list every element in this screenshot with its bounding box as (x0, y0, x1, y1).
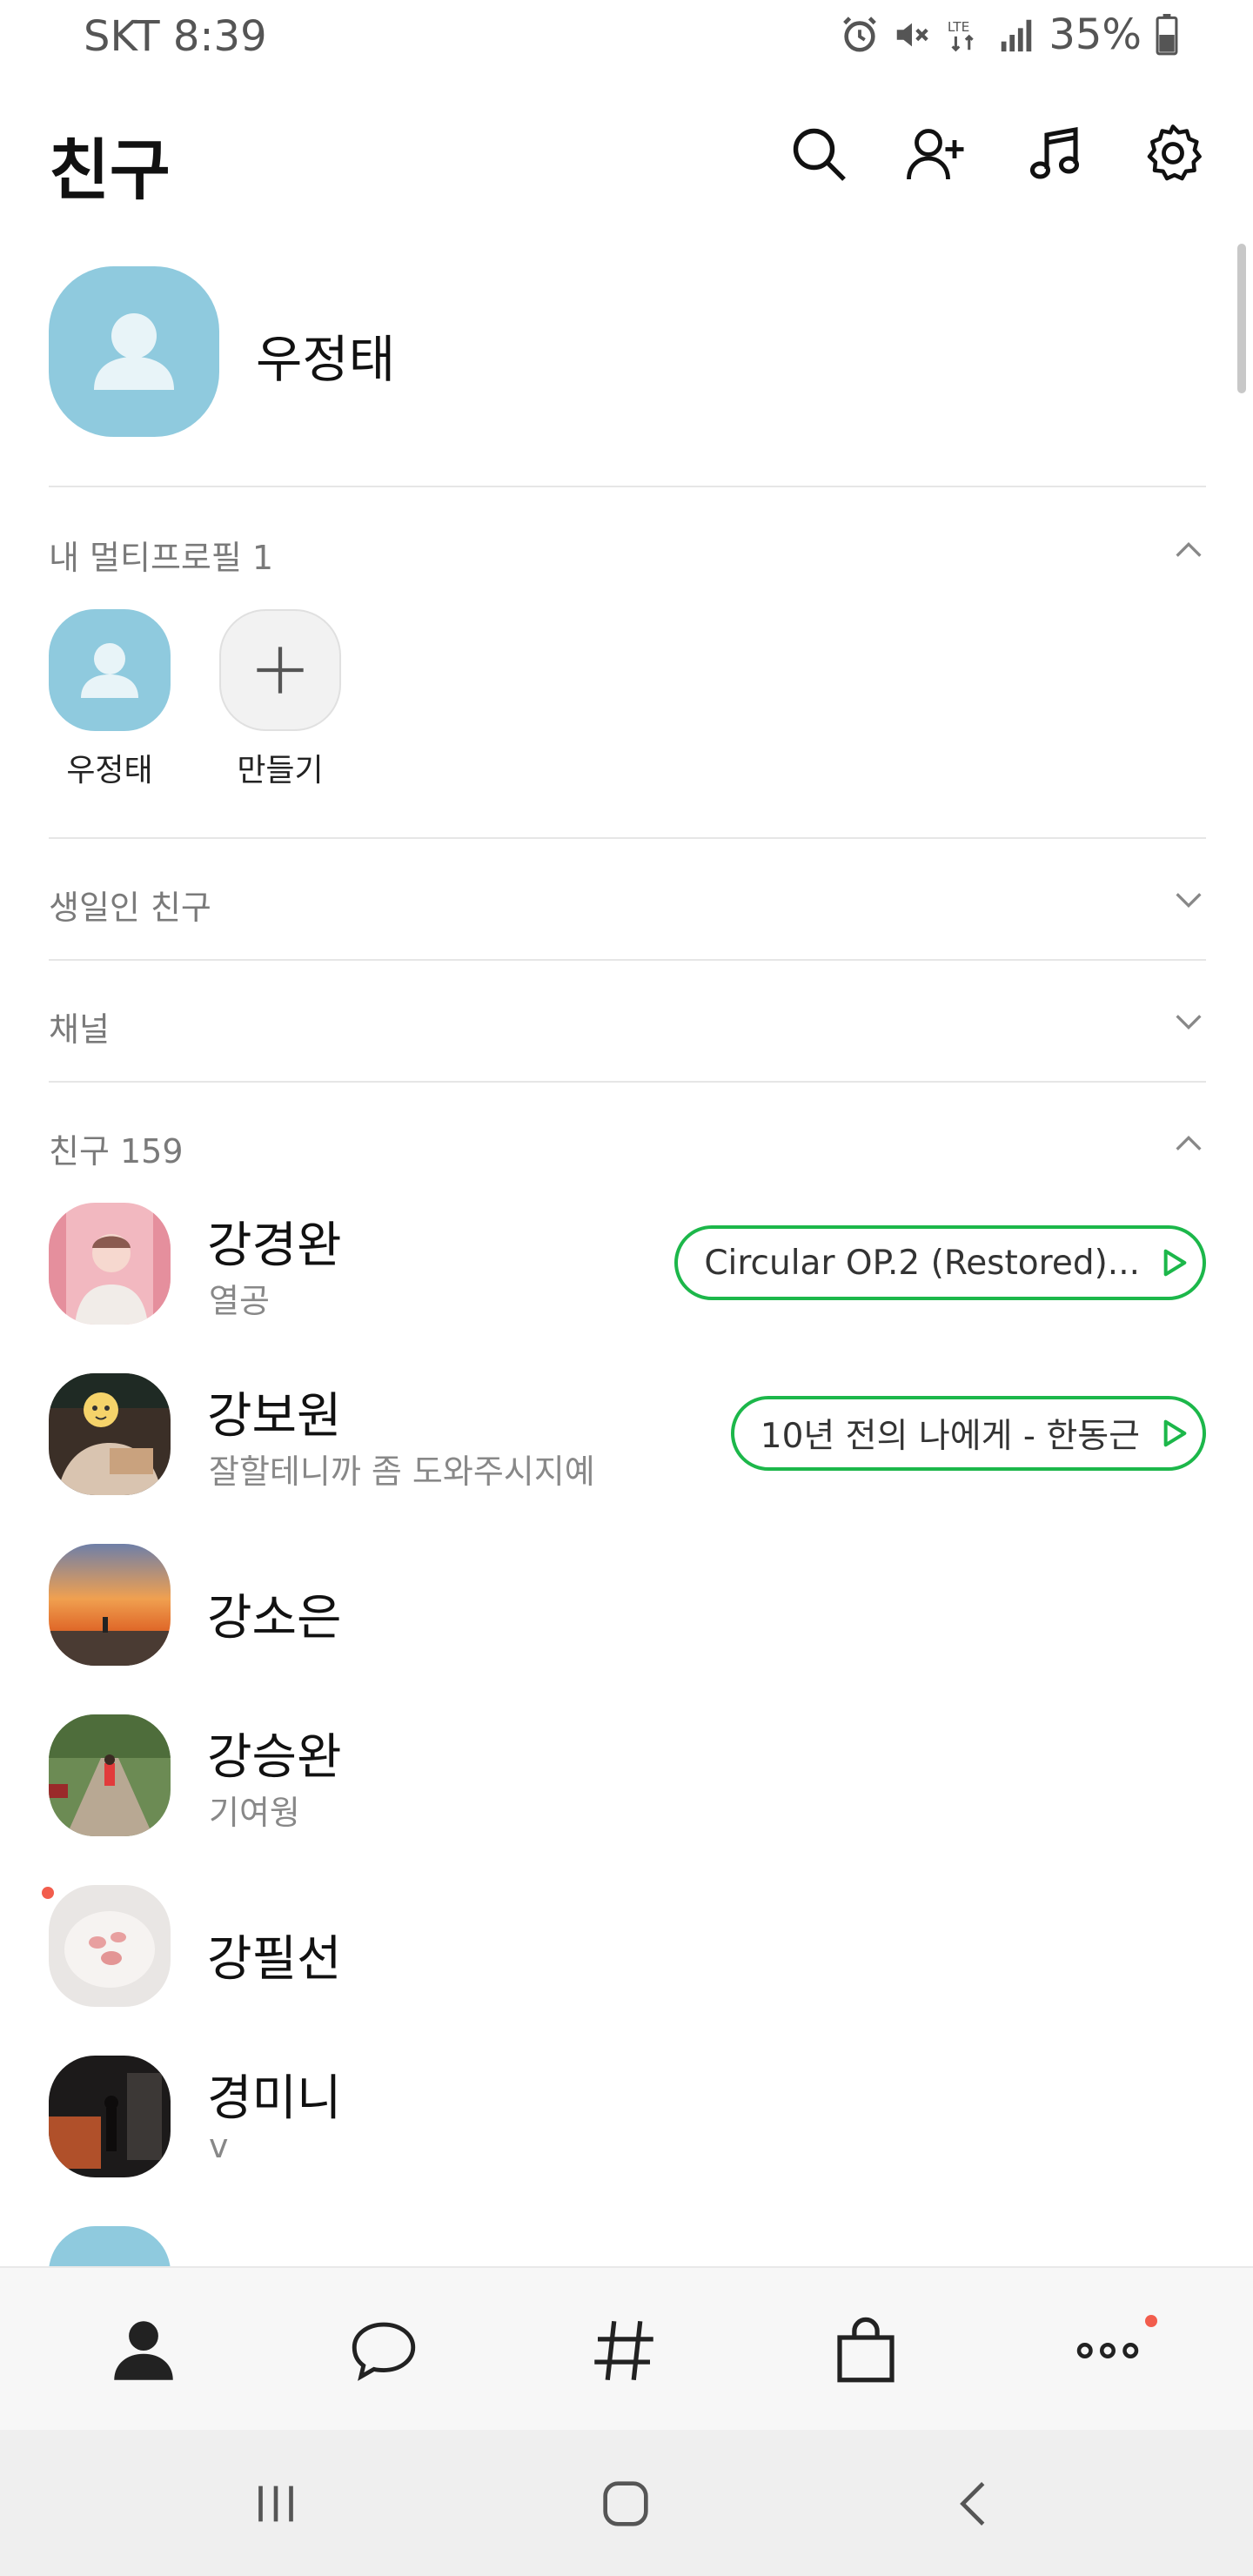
create-multi-profile-button[interactable]: 만들기 (219, 609, 341, 790)
play-icon (1163, 1249, 1187, 1277)
default-person-icon (81, 643, 138, 698)
friend-row[interactable]: 강경완 열공 Circular OP.2 (Restored)... (49, 1199, 1206, 1330)
carrier-time: SKT 8:39 (84, 12, 267, 61)
divider (49, 837, 1206, 839)
friend-avatar[interactable] (49, 1714, 171, 1836)
system-navigation-bar (0, 2430, 1253, 2576)
chat-tab-icon[interactable] (345, 2311, 423, 2390)
battery-percent: 35% (1049, 10, 1142, 59)
chevron-down-icon[interactable] (1171, 1004, 1206, 1039)
friend-avatar[interactable] (49, 1544, 171, 1666)
friend-avatar[interactable] (49, 1203, 171, 1325)
my-profile-name: 우정태 (256, 330, 396, 389)
profile-photo (49, 1373, 171, 1495)
plus-icon (257, 647, 304, 694)
shopping-tab-icon[interactable] (827, 2311, 905, 2390)
friend-avatar[interactable] (49, 1373, 171, 1495)
signal-icon (1002, 19, 1032, 52)
friend-status: 열공 (209, 1282, 270, 1320)
friends-tab-icon[interactable] (104, 2311, 183, 2390)
chevron-up-icon[interactable] (1171, 1126, 1206, 1161)
multi-profile-header[interactable]: 내 멀티프로필 1 (49, 522, 1206, 583)
profile-photo (49, 1885, 171, 2007)
music-icon[interactable] (1023, 122, 1086, 184)
recent-apps-icon[interactable] (245, 2473, 306, 2534)
bottom-navigation (0, 2266, 1253, 2430)
profile-photo (49, 2056, 171, 2177)
divider (49, 486, 1206, 487)
friend-avatar[interactable] (49, 2056, 171, 2177)
divider (49, 1081, 1206, 1083)
lte-icon: LTE (948, 19, 974, 52)
header: 친구 (0, 104, 1253, 209)
more-tab-icon[interactable] (1069, 2311, 1147, 2390)
home-icon[interactable] (595, 2473, 656, 2534)
friend-row[interactable]: 강보원 잘할테니까 좀 도와주시지예 10년 전의 나에게 - 한동근 (49, 1370, 1206, 1500)
add-friend-icon[interactable] (905, 122, 968, 184)
friend-row[interactable] (49, 2223, 1206, 2266)
profile-music-button[interactable]: 10년 전의 나에게 - 한동근 (730, 1396, 1206, 1471)
friend-name: 경미니 (207, 2070, 342, 2127)
friend-name: 강필선 (207, 1931, 342, 1988)
more-notification-dot (1145, 2315, 1157, 2327)
hashtag-tab-icon[interactable] (585, 2311, 663, 2390)
mute-icon (897, 23, 929, 47)
alarm-icon (843, 17, 877, 52)
friend-name: 강경완 (207, 1218, 342, 1274)
friend-status: 잘할테니까 좀 도와주시지예 (209, 1452, 595, 1491)
friend-name: 강소은 (207, 1590, 342, 1647)
default-person-icon (94, 313, 174, 390)
friend-status: 기여웡 (209, 1794, 300, 1832)
divider (49, 959, 1206, 961)
avatar[interactable] (49, 266, 219, 437)
svg-text:LTE: LTE (948, 19, 969, 35)
my-profile[interactable]: 우정태 (49, 266, 1206, 440)
friend-row[interactable]: 강필선 (49, 1882, 1206, 2012)
profile-photo (49, 1714, 171, 1836)
search-icon[interactable] (787, 122, 849, 184)
scrollbar[interactable] (1237, 244, 1246, 393)
back-icon[interactable] (945, 2473, 1006, 2534)
friend-status: v (209, 2127, 229, 2165)
birthday-section-header[interactable]: 생일인 친구 (49, 872, 1206, 933)
friend-row[interactable]: 경미니 v (49, 2052, 1206, 2183)
friend-row[interactable]: 강소은 (49, 1540, 1206, 1671)
friend-name: 강승완 (207, 1729, 342, 1786)
chevron-up-icon[interactable] (1171, 533, 1206, 567)
settings-icon[interactable] (1142, 122, 1204, 184)
friends-section-header[interactable]: 친구 159 (49, 1116, 1206, 1177)
multi-profile-item[interactable]: 우정태 (49, 609, 171, 790)
profile-photo (49, 1544, 171, 1666)
battery-icon (1156, 14, 1178, 56)
chevron-down-icon[interactable] (1171, 882, 1206, 917)
friend-row[interactable]: 강승완 기여웡 (49, 1711, 1206, 1841)
channel-section-header[interactable]: 채널 (49, 994, 1206, 1055)
friend-avatar[interactable] (49, 1885, 171, 2007)
status-bar: SKT 8:39 LTE 35% (0, 0, 1253, 73)
friend-avatar[interactable] (49, 2226, 171, 2266)
page-title: 친구 (49, 131, 171, 209)
profile-music-button[interactable]: Circular OP.2 (Restored)... (674, 1225, 1206, 1300)
multi-profile-list: 우정태 만들기 (49, 609, 571, 801)
profile-photo (49, 1203, 171, 1325)
avatar[interactable] (49, 609, 171, 731)
play-icon (1163, 1419, 1187, 1447)
friend-name: 강보원 (207, 1388, 342, 1445)
